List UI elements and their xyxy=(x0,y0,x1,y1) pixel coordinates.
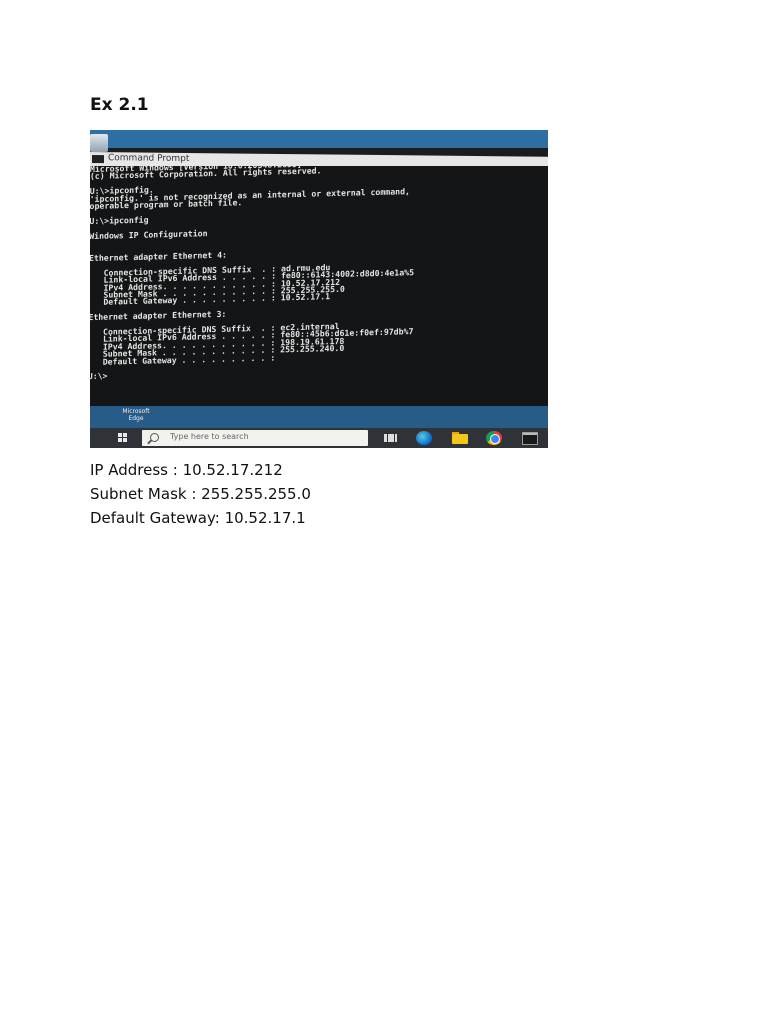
edge-icon xyxy=(416,431,432,445)
search-icon xyxy=(150,433,159,442)
command-prompt-photo: Command Prompt Microsoft Windows [Versio… xyxy=(90,130,548,448)
taskbar-search-box: Type here to search xyxy=(142,430,368,446)
search-placeholder: Type here to search xyxy=(170,432,249,441)
console-output: Microsoft Windows [Version 10.0.20348.26… xyxy=(90,159,548,406)
file-explorer-icon xyxy=(452,431,468,445)
command-prompt-window-icon xyxy=(92,155,104,164)
taskbar: Type here to search xyxy=(90,428,548,448)
exercise-heading: Ex 2.1 xyxy=(90,95,149,115)
desktop-shortcut-label: Microsoft Edge xyxy=(122,408,150,422)
recycle-bin-icon xyxy=(90,134,108,152)
task-view-icon xyxy=(382,431,398,445)
desktop-background xyxy=(90,130,548,148)
chrome-icon xyxy=(486,431,502,445)
default-gateway-line: Default Gateway: 10.52.17.1 xyxy=(90,509,306,527)
subnet-mask-line: Subnet Mask : 255.255.255.0 xyxy=(90,485,311,503)
command-prompt-icon xyxy=(522,432,538,445)
console-text: Microsoft Windows [Version 10.0.20348.26… xyxy=(90,158,415,382)
ip-address-line: IP Address : 10.52.17.212 xyxy=(90,461,283,479)
windows-start-icon xyxy=(118,433,128,443)
